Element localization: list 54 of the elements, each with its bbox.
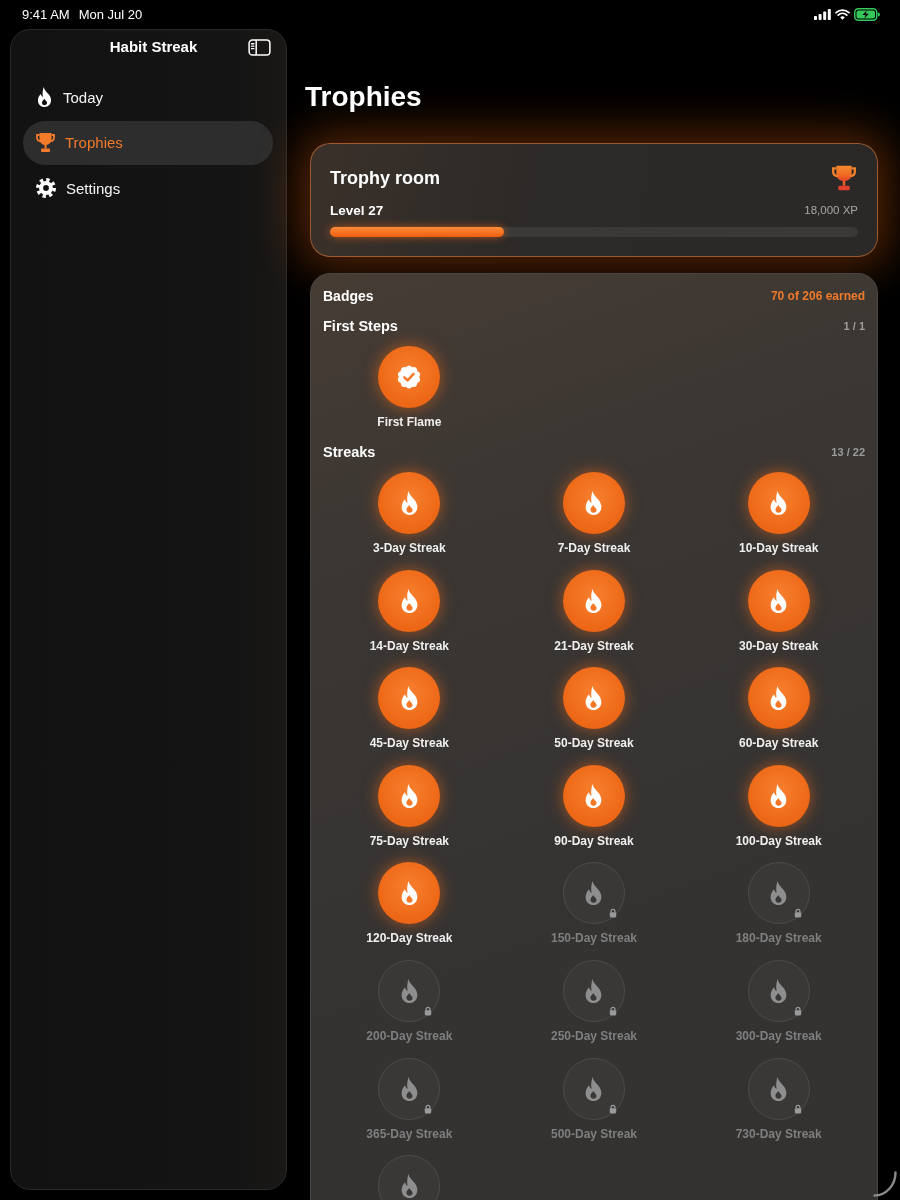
section-title: Streaks [323, 442, 376, 462]
lock-icon [609, 908, 617, 919]
lock-icon [609, 1005, 617, 1016]
badge-label: 300-Day Streak [735, 1028, 822, 1043]
badge-label: 50-Day Streak [554, 736, 634, 751]
badge-label: 100-Day Streak [735, 833, 822, 848]
sidebar-item[interactable]: Trophies [23, 120, 273, 165]
settings-icon [36, 178, 56, 198]
lock-icon [793, 1103, 802, 1114]
badge-label: First Flame [377, 415, 442, 429]
status-time: 9:41 AM [22, 7, 70, 22]
badges-title: Badges [323, 286, 374, 305]
lock-icon [424, 1005, 433, 1016]
trophy-icon [36, 133, 55, 152]
signal-icon [814, 9, 831, 20]
badge-label: 75-Day Streak [369, 833, 449, 848]
status-date: Mon Jul 20 [78, 7, 143, 22]
badge-label: 7-Day Streak [557, 541, 631, 555]
badge-label: 90-Day Streak [554, 833, 634, 848]
section-count: 1 / 1 [843, 318, 865, 334]
trophy-icon [832, 165, 856, 191]
badge-label: 730-Day Streak [735, 1126, 822, 1141]
lock-icon [793, 1005, 802, 1016]
lock-icon [424, 1103, 433, 1114]
page-title: Trophies [305, 80, 423, 114]
badge-label: 3-Day Streak [372, 541, 446, 555]
trophy-room-title: Trophy room [330, 167, 440, 189]
resize-handle-icon[interactable] [873, 1171, 897, 1197]
wifi-icon [835, 9, 850, 20]
level-label: Level 27 [330, 202, 384, 219]
flame-icon [36, 87, 53, 107]
section-title: First Steps [323, 316, 398, 336]
badge-label: 14-Day Streak [369, 638, 449, 653]
badges-earned-count: 70 of 206 earned [770, 287, 865, 305]
xp-total: 18,000 XP [804, 203, 858, 218]
badge-label: 30-Day Streak [738, 638, 819, 653]
sidebar-item[interactable]: Settings [23, 166, 273, 210]
badge-label: 60-Day Streak [738, 736, 819, 751]
sidebar-toggle-icon[interactable] [248, 38, 271, 56]
badge-label: 45-Day Streak [369, 736, 449, 751]
badge-label: 10-Day Streak [738, 541, 819, 555]
badge-label: 180-Day Streak [735, 931, 822, 946]
badge-label: 150-Day Streak [550, 931, 637, 946]
badge-label: 21-Day Streak [554, 638, 634, 653]
badge-label: 250-Day Streak [550, 1028, 637, 1043]
sidebar-item[interactable]: Today [23, 75, 273, 119]
lock-icon [793, 908, 802, 919]
badge-label: 500-Day Streak [550, 1126, 637, 1141]
badge-label: 365-Day Streak [366, 1126, 453, 1141]
lock-icon [609, 1103, 617, 1114]
badge-label: 200-Day Streak [366, 1028, 453, 1043]
section-count: 13 / 22 [831, 444, 865, 460]
badge-label: 120-Day Streak [366, 931, 453, 946]
sidebar-title: Habit Streak [109, 38, 198, 56]
